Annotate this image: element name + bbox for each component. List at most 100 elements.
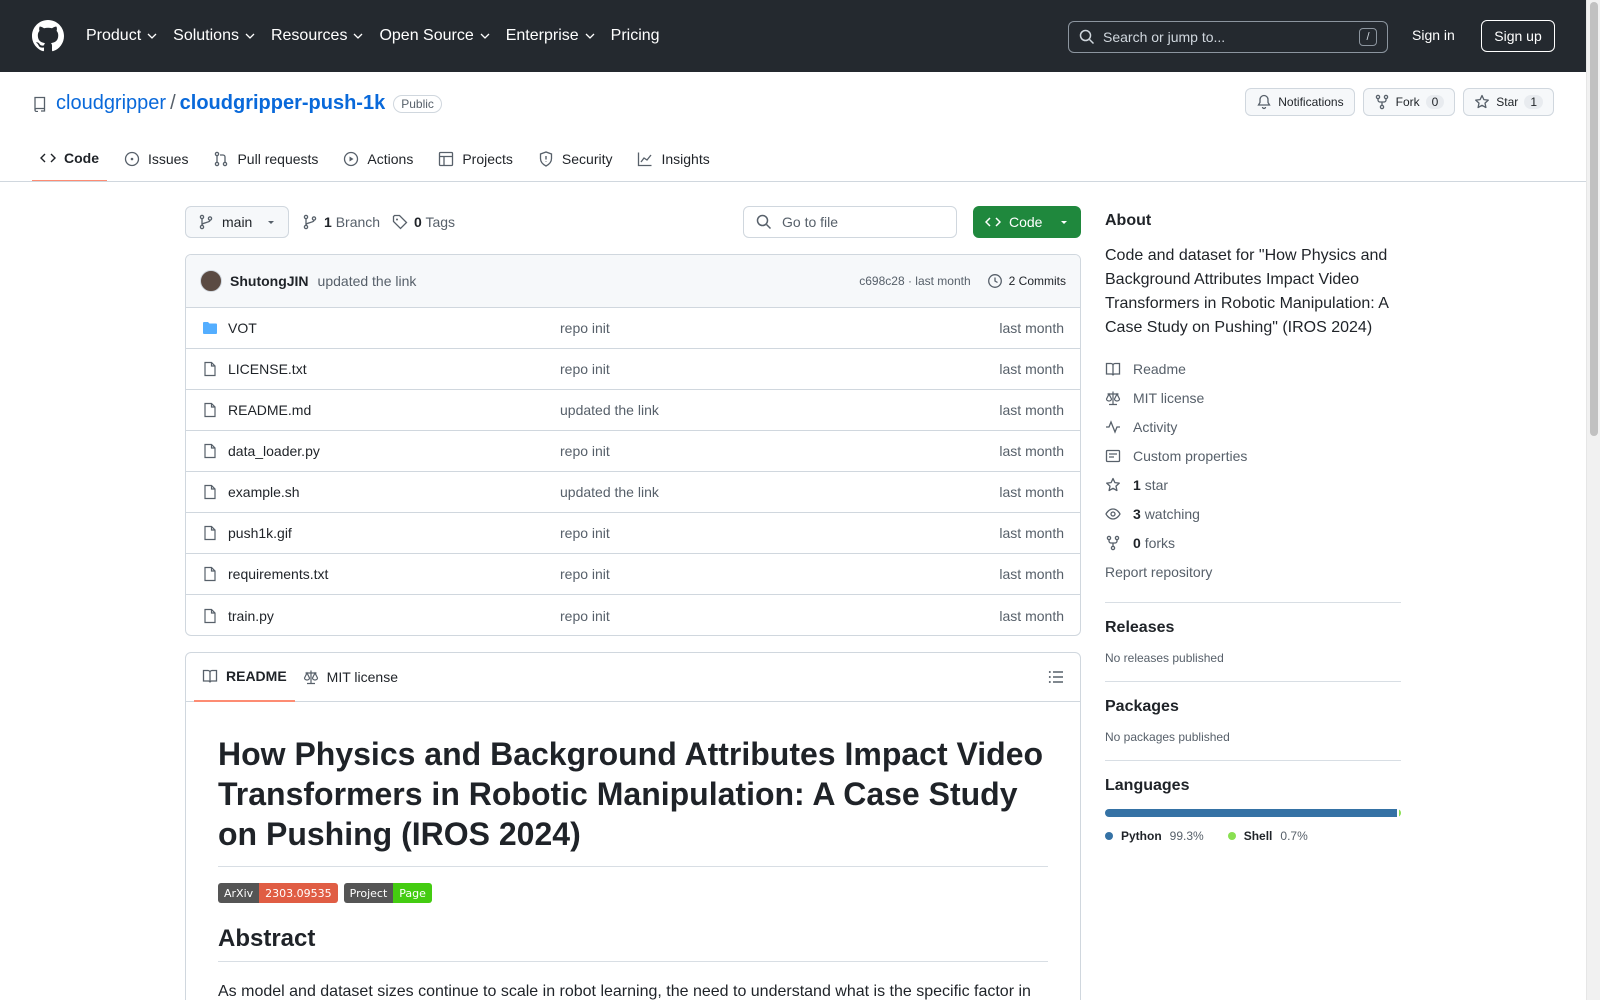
sign-in-link[interactable]: Sign in	[1412, 27, 1455, 43]
badge-right: 2303.09535	[259, 883, 338, 903]
scrollbar-thumb[interactable]	[1590, 2, 1598, 436]
go-to-file-placeholder: Go to file	[782, 214, 839, 230]
about-link-count: 0	[1133, 534, 1141, 551]
tab-issues[interactable]: Issues	[116, 140, 196, 178]
nav-solutions[interactable]: Solutions	[173, 27, 256, 45]
releases-heading[interactable]: Releases	[1105, 619, 1401, 637]
tab-code[interactable]: Code	[32, 140, 107, 182]
about-link-label: MIT license	[1133, 389, 1205, 406]
file-name-link[interactable]: requirements.txt	[228, 566, 560, 582]
repo-separator: /	[170, 92, 176, 114]
file-row[interactable]: VOT repo init last month	[186, 308, 1080, 349]
code-button-label: Code	[1009, 214, 1043, 230]
tab-pull-requests[interactable]: Pull requests	[205, 140, 326, 178]
branch-selector[interactable]: main	[185, 206, 289, 238]
graph-icon	[638, 152, 652, 167]
star-icon	[1106, 477, 1120, 491]
github-logo-icon[interactable]	[32, 20, 64, 52]
about-link-fork[interactable]: 0 forks	[1105, 528, 1401, 557]
repo-description: Code and dataset for "How Physics and Ba…	[1105, 247, 1389, 336]
report-repository-link[interactable]: Report repository	[1105, 557, 1401, 586]
fork-button[interactable]: Fork 0	[1362, 88, 1456, 116]
tag-count: 0	[414, 214, 422, 230]
packages-heading[interactable]: Packages	[1105, 698, 1401, 716]
language-bar-segment	[1105, 809, 1397, 817]
file-row[interactable]: push1k.gif repo init last month	[186, 513, 1080, 554]
language-item[interactable]: Python 99.3%	[1105, 829, 1204, 843]
global-search-input[interactable]: Search or jump to... /	[1068, 21, 1388, 53]
code-icon	[985, 217, 1001, 227]
chevron-down-icon	[585, 33, 595, 39]
file-name-link[interactable]: push1k.gif	[228, 525, 560, 541]
file-name-link[interactable]: data_loader.py	[228, 443, 560, 459]
file-commit-message[interactable]: repo init	[560, 525, 610, 541]
sign-up-button[interactable]: Sign up	[1481, 20, 1555, 52]
file-row[interactable]: data_loader.py repo init last month	[186, 431, 1080, 472]
file-commit-message[interactable]: repo init	[560, 608, 610, 624]
page-scrollbar[interactable]	[1586, 0, 1600, 1000]
table-icon	[439, 151, 454, 167]
badge-right: Page	[393, 883, 432, 903]
arxiv-badge[interactable]: ArXiv 2303.09535	[218, 883, 338, 903]
file-name-link[interactable]: example.sh	[228, 484, 560, 500]
chevron-down-icon	[353, 33, 363, 39]
language-color-dot	[1105, 832, 1113, 840]
file-icon	[204, 566, 216, 582]
commit-author-link[interactable]: ShutongJIN	[230, 273, 309, 289]
branches-link[interactable]: 1 Branch	[324, 214, 380, 230]
code-icon	[40, 153, 56, 163]
file-type-icon	[202, 402, 218, 418]
nav-product[interactable]: Product	[86, 27, 158, 45]
about-link-note[interactable]: Custom properties	[1105, 441, 1401, 470]
file-row[interactable]: requirements.txt repo init last month	[186, 554, 1080, 595]
commits-link[interactable]: 2 Commits	[987, 273, 1066, 289]
nav-pricing[interactable]: Pricing	[611, 27, 660, 45]
language-item[interactable]: Shell 0.7%	[1227, 829, 1308, 843]
note-icon	[1105, 449, 1121, 462]
file-commit-message[interactable]: repo init	[560, 566, 610, 582]
star-button[interactable]: Star 1	[1463, 88, 1554, 116]
commit-hash-time[interactable]: c698c28 · last month	[859, 274, 970, 288]
readme-tabs: README MIT license	[186, 653, 1080, 702]
tags-link[interactable]: 0 Tags	[414, 214, 455, 230]
file-commit-message[interactable]: updated the link	[560, 484, 659, 500]
file-name-link[interactable]: README.md	[228, 402, 560, 418]
chevron-down-icon	[245, 33, 255, 39]
avatar[interactable]	[200, 270, 222, 292]
about-link-book[interactable]: Readme	[1105, 354, 1401, 383]
license-tab[interactable]: MIT license	[295, 653, 406, 702]
tab-actions[interactable]: Actions	[335, 140, 421, 178]
notifications-button[interactable]: Notifications	[1245, 88, 1355, 116]
file-commit-message[interactable]: repo init	[560, 443, 610, 459]
code-dropdown-button[interactable]: Code	[973, 206, 1081, 238]
about-link-law[interactable]: MIT license	[1105, 383, 1401, 412]
file-row[interactable]: example.sh updated the link last month	[186, 472, 1080, 513]
file-row[interactable]: README.md updated the link last month	[186, 390, 1080, 431]
file-row[interactable]: LICENSE.txt repo init last month	[186, 349, 1080, 390]
about-link-pulse[interactable]: Activity	[1105, 412, 1401, 441]
about-link-eye[interactable]: 3 watching	[1105, 499, 1401, 528]
tab-projects[interactable]: Projects	[430, 140, 521, 178]
commit-message-link[interactable]: updated the link	[318, 273, 417, 289]
nav-enterprise[interactable]: Enterprise	[506, 27, 596, 45]
file-commit-message[interactable]: repo init	[560, 320, 610, 336]
about-link-star[interactable]: 1 star	[1105, 470, 1401, 499]
repo-name-link[interactable]: cloudgripper-push-1k	[180, 92, 386, 115]
language-list: Python 99.3% Shell 0.7%	[1105, 829, 1401, 843]
go-to-file-input[interactable]: Go to file	[743, 206, 957, 238]
repo-owner-link[interactable]: cloudgripper	[56, 92, 166, 115]
nav-open-source[interactable]: Open Source	[379, 27, 490, 45]
outline-list-icon[interactable]	[1048, 669, 1064, 685]
file-name-link[interactable]: LICENSE.txt	[228, 361, 560, 377]
project-page-badge[interactable]: Project Page	[343, 883, 432, 903]
tab-insights[interactable]: Insights	[629, 140, 717, 178]
tab-security[interactable]: Security	[530, 140, 621, 178]
nav-resources[interactable]: Resources	[271, 27, 364, 45]
file-row[interactable]: train.py repo init last month	[186, 595, 1080, 635]
file-commit-message[interactable]: repo init	[560, 361, 610, 377]
file-name-link[interactable]: VOT	[228, 320, 560, 336]
file-name-link[interactable]: train.py	[228, 608, 560, 624]
file-commit-message[interactable]: updated the link	[560, 402, 659, 418]
file-icon	[204, 484, 216, 500]
readme-tab[interactable]: README	[194, 653, 295, 702]
